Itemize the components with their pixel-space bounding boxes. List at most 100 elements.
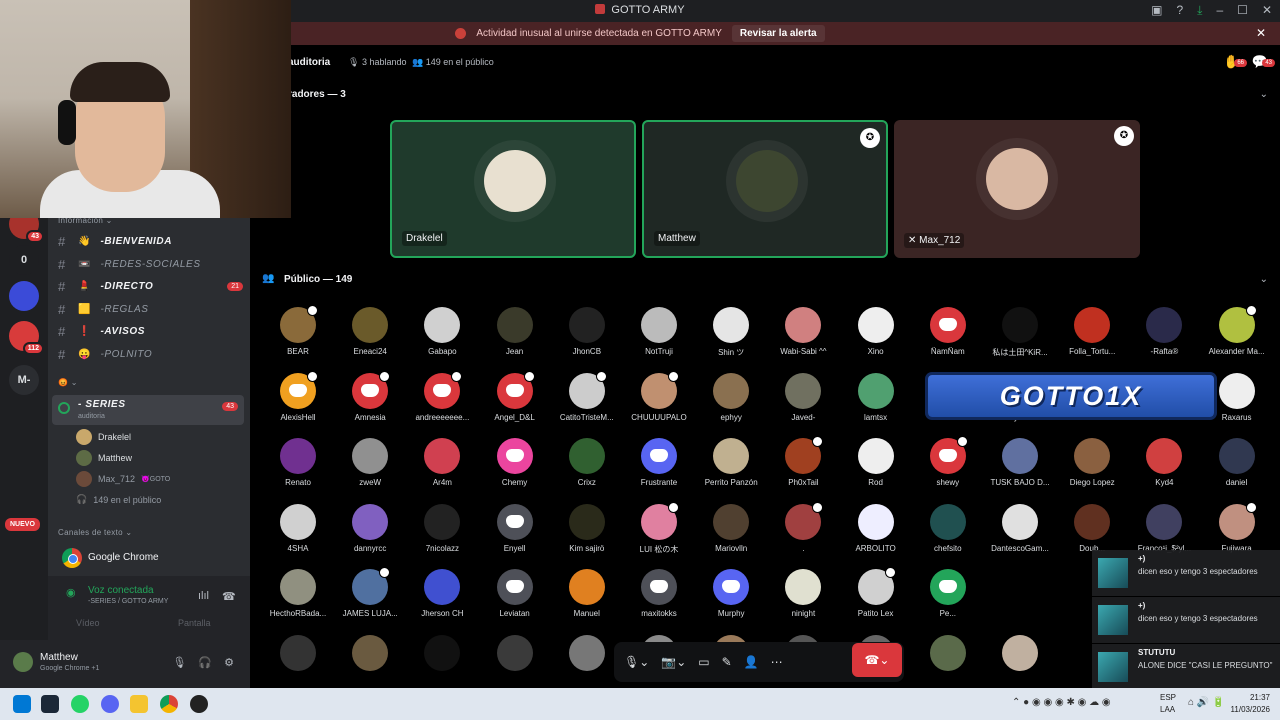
- audience-member[interactable]: 7nicolazz: [406, 503, 478, 553]
- headset-icon[interactable]: 🎧: [198, 656, 212, 669]
- audience-member[interactable]: Murphy: [695, 569, 767, 618]
- server-icon[interactable]: 112: [9, 321, 44, 355]
- chrome-taskbar-icon[interactable]: [160, 695, 178, 713]
- audience-member[interactable]: Amnesia: [334, 370, 406, 422]
- close-alert-icon[interactable]: ✕: [1256, 26, 1266, 40]
- file-explorer-icon[interactable]: [130, 695, 148, 713]
- audience-member[interactable]: Doub...: [1056, 503, 1128, 553]
- audience-member[interactable]: Alexander Ma...: [1201, 305, 1273, 356]
- audience-member[interactable]: Enyell: [479, 503, 551, 553]
- audience-member[interactable]: Jean: [479, 307, 551, 356]
- screen-share-icon[interactable]: ▭: [698, 655, 709, 669]
- microphone-icon[interactable]: 🎙: [172, 656, 186, 669]
- audience-member[interactable]: CHUUUUPALO: [623, 370, 695, 422]
- download-icon[interactable]: ⤓: [1197, 3, 1202, 18]
- voice-user[interactable]: Max_712 😈GOTO: [76, 471, 170, 487]
- close-window-icon[interactable]: ✕: [1262, 3, 1272, 18]
- audience-member[interactable]: Renato: [262, 438, 334, 487]
- settings-gear-icon[interactable]: ⚙: [224, 656, 234, 669]
- audience-member[interactable]: Kyd4: [1128, 438, 1200, 487]
- audience-member[interactable]: Jherson CH: [406, 569, 478, 618]
- channel-item[interactable]: # 😛 -POLNITO: [58, 347, 243, 362]
- audience-member[interactable]: Ar4m: [406, 438, 478, 487]
- audience-member[interactable]: [912, 634, 984, 671]
- audience-member[interactable]: [479, 634, 551, 671]
- invite-icon[interactable]: 👤: [744, 655, 759, 669]
- more-options-icon[interactable]: ⋯: [771, 655, 783, 669]
- chevron-down-icon[interactable]: ⌄: [1260, 274, 1268, 285]
- audience-member[interactable]: andreeeeeee...: [406, 370, 478, 422]
- audience-member[interactable]: Perrito Panzón: [695, 438, 767, 487]
- audience-member[interactable]: Gabapo: [406, 307, 478, 356]
- audience-member[interactable]: [262, 634, 334, 671]
- audience-member[interactable]: TUSK BAJO D...: [984, 438, 1056, 487]
- channel-item[interactable]: # ❗ -AVISOS: [58, 324, 243, 339]
- audience-member[interactable]: Diego Lopez: [1056, 438, 1128, 487]
- speaker-tile[interactable]: Matthew ✪: [642, 120, 888, 258]
- audience-member[interactable]: Kim sajirö: [551, 503, 623, 553]
- audience-member[interactable]: ARBOLITO: [840, 503, 912, 553]
- audience-member[interactable]: CatitoTristeM...: [551, 370, 623, 422]
- audience-member[interactable]: [334, 634, 406, 671]
- audience-member[interactable]: 4SHA: [262, 503, 334, 553]
- audience-member[interactable]: Fujiwara: [1201, 501, 1273, 553]
- category-text[interactable]: Canales de texto ⌄: [58, 528, 132, 537]
- voice-connected-status[interactable]: Voz conectada: [88, 585, 154, 596]
- audience-member[interactable]: maxitokks: [623, 569, 695, 618]
- audience-member[interactable]: lamtsx: [840, 372, 912, 422]
- channel-item[interactable]: # 👋 -BIENVENIDA: [58, 234, 243, 249]
- microphone-toggle-icon[interactable]: 🎙⌄: [624, 655, 649, 669]
- audience-member[interactable]: Leviatan: [479, 569, 551, 618]
- server-icon[interactable]: [9, 281, 39, 311]
- voice-channel-series[interactable]: - SERIES auditoria 43: [52, 395, 244, 425]
- audience-member[interactable]: Ph0xTail: [767, 436, 839, 487]
- audience-member[interactable]: chefsito: [912, 503, 984, 553]
- audience-member[interactable]: NotTruji: [623, 307, 695, 356]
- audience-member[interactable]: 私は土田^KiR...: [984, 307, 1056, 358]
- camera-toggle-icon[interactable]: 📷⌄: [661, 655, 686, 669]
- voice-user[interactable]: Matthew: [76, 450, 132, 466]
- chevron-down-icon[interactable]: ⌄: [1260, 89, 1268, 100]
- disconnect-button[interactable]: ☎⌄: [852, 643, 902, 677]
- audience-member[interactable]: Chemy: [479, 438, 551, 487]
- audience-member[interactable]: ninight: [767, 569, 839, 618]
- audience-member[interactable]: Javed-: [767, 372, 839, 422]
- new-badge[interactable]: NUEVO: [5, 518, 40, 531]
- notification-toast[interactable]: +) dicen eso y tengo 3 espectadores: [1092, 550, 1280, 596]
- audience-member[interactable]: Shin ツ: [695, 307, 767, 358]
- audience-member[interactable]: Angel_D&L: [479, 370, 551, 422]
- audience-member[interactable]: Rod: [840, 438, 912, 487]
- input-language[interactable]: ESP LAA: [1160, 692, 1176, 716]
- review-alert-button[interactable]: Revisar la alerta: [731, 25, 825, 42]
- audio-mute-icon[interactable]: ✎: [722, 655, 732, 669]
- audience-member[interactable]: Pe...: [912, 569, 984, 618]
- audience-member[interactable]: LUI 松の木: [623, 501, 695, 555]
- server-icon[interactable]: 0: [9, 245, 39, 275]
- notification-toast[interactable]: STUTUTU ALONE DICE "CASI LE PREGUNTO": [1092, 644, 1280, 690]
- audience-member[interactable]: JAMES LUJA...: [334, 567, 406, 618]
- help-icon[interactable]: ?: [1176, 3, 1183, 18]
- video-button[interactable]: Vídeo: [76, 618, 100, 628]
- notification-toast[interactable]: +) dicen eso y tengo 3 espectadores: [1092, 597, 1280, 643]
- stream-app-row[interactable]: Google Chrome: [48, 540, 250, 576]
- audience-member[interactable]: Frustrante: [623, 438, 695, 487]
- speaker-tile[interactable]: ✕ Max_712 ✪: [894, 120, 1140, 258]
- whatsapp-icon[interactable]: [71, 695, 89, 713]
- channel-item[interactable]: # 📼 -REDES-SOCIALES: [58, 257, 243, 272]
- audience-member[interactable]: BEAR: [262, 305, 334, 356]
- windows-start-icon[interactable]: [13, 695, 31, 713]
- audience-member[interactable]: Manuel: [551, 569, 623, 618]
- audience-member[interactable]: [551, 634, 623, 671]
- tray-icons[interactable]: ⌃ ● ◉ ◉ ◉ ✱ ◉ ☁ ◉: [1012, 697, 1111, 708]
- audience-member[interactable]: .: [767, 501, 839, 553]
- audience-member[interactable]: JhonCB: [551, 307, 623, 356]
- audience-member[interactable]: shewy: [912, 436, 984, 487]
- audience-count[interactable]: 🎧 149 en el público: [76, 494, 161, 505]
- audience-member[interactable]: -Rafta®: [1128, 307, 1200, 356]
- category-series[interactable]: 😡 ⌄: [58, 378, 78, 387]
- minimize-icon[interactable]: –: [1216, 3, 1223, 18]
- audience-member[interactable]: Franco¹i_$²yl...: [1128, 503, 1200, 553]
- obs-icon[interactable]: [190, 695, 208, 713]
- audience-member[interactable]: daniel: [1201, 438, 1273, 487]
- audience-member[interactable]: Eneaci24: [334, 307, 406, 356]
